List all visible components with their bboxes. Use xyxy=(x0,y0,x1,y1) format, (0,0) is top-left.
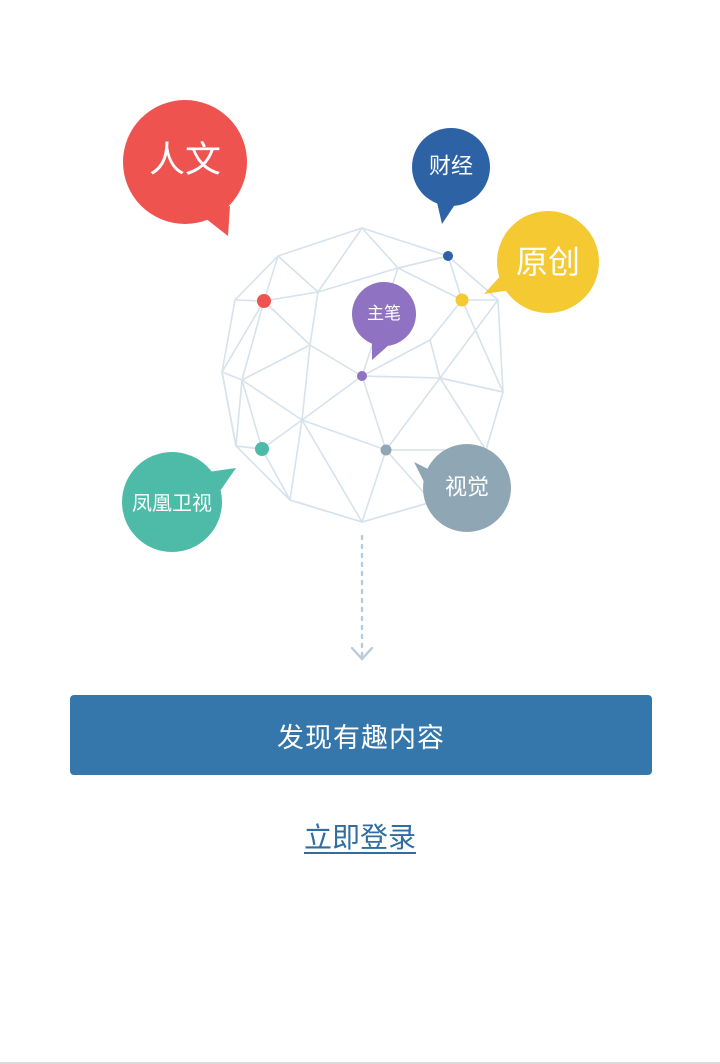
category-bubble-phoenix-tv[interactable]: 凤凰卫视 xyxy=(122,452,236,552)
original-dot xyxy=(455,293,469,307)
login-link[interactable]: 立即登录 xyxy=(0,816,720,856)
category-label-humanities: 人文 xyxy=(149,140,221,181)
category-bubble-visual[interactable]: 视觉 xyxy=(414,444,511,532)
category-label-phoenix-tv: 凤凰卫视 xyxy=(132,491,212,515)
dotted-arrow-down-icon xyxy=(350,534,374,661)
category-bubble-editor[interactable]: 主笔 xyxy=(352,282,416,360)
finance-dot xyxy=(443,251,453,261)
editor-dot xyxy=(357,371,367,381)
category-label-visual: 视觉 xyxy=(445,476,489,501)
humanities-dot xyxy=(257,294,271,308)
phoenix-tv-dot xyxy=(255,442,269,456)
category-label-original: 原创 xyxy=(516,243,580,281)
category-label-finance: 财经 xyxy=(429,155,473,180)
discover-content-button[interactable]: 发现有趣内容 xyxy=(70,695,652,775)
category-bubble-humanities[interactable]: 人文 xyxy=(123,100,247,236)
category-bubble-original[interactable]: 原创 xyxy=(484,211,599,313)
visual-dot xyxy=(380,444,392,456)
category-illustration: 人文 财经 原创 主笔 凤凰卫视 视觉 xyxy=(122,100,599,661)
category-bubble-finance[interactable]: 财经 xyxy=(412,128,490,224)
category-label-editor: 主笔 xyxy=(367,304,401,324)
